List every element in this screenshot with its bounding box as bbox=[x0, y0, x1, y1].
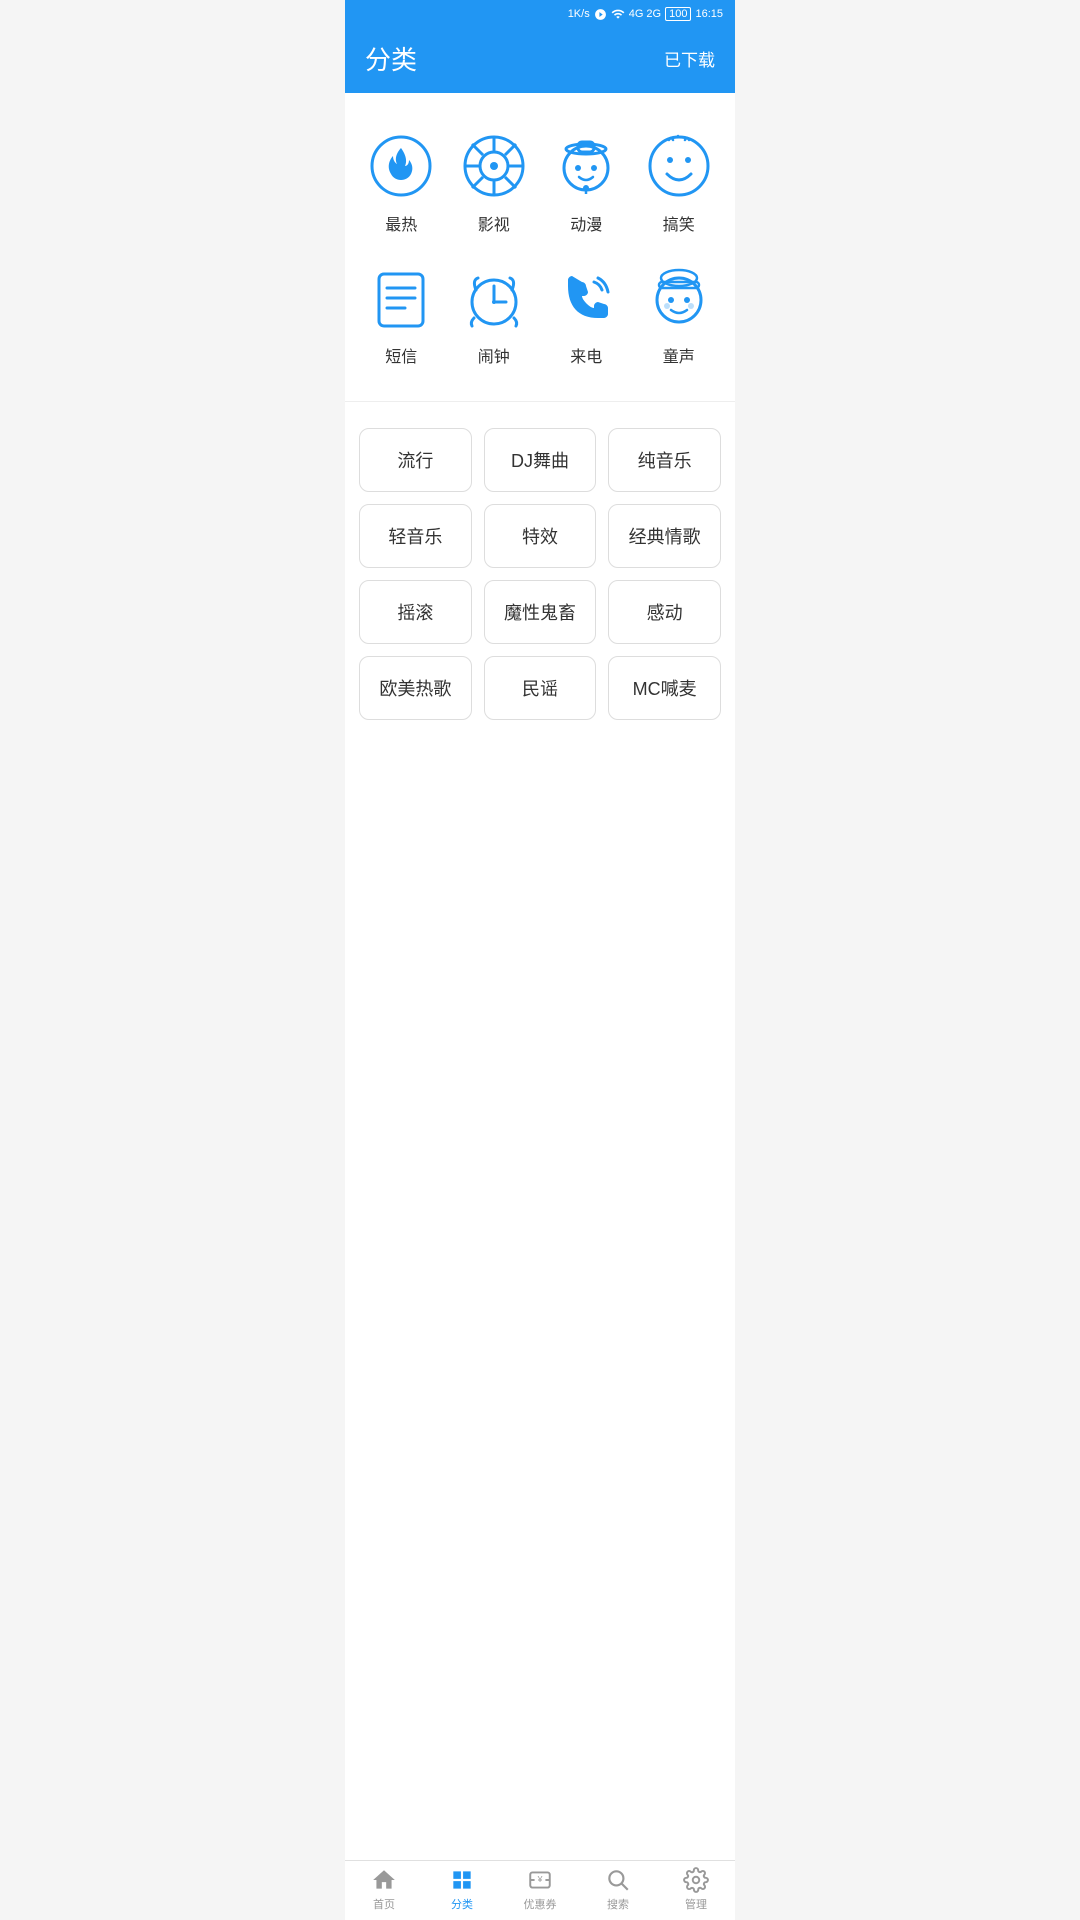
category-sms[interactable]: 短信 bbox=[355, 249, 448, 381]
sms-label: 短信 bbox=[385, 343, 417, 367]
icon-grid: 最热 影视 bbox=[345, 93, 735, 391]
call-label: 来电 bbox=[570, 343, 602, 367]
sms-icon bbox=[366, 263, 436, 333]
network-speed: 1K/s bbox=[568, 8, 590, 20]
manage-icon bbox=[683, 1867, 709, 1893]
nav-manage-label: 管理 bbox=[685, 1896, 707, 1912]
call-icon bbox=[551, 263, 621, 333]
anime-label: 动漫 bbox=[570, 211, 602, 235]
movie-label: 影视 bbox=[478, 211, 510, 235]
header: 分类 已下载 bbox=[345, 28, 735, 93]
svg-text:¥: ¥ bbox=[537, 1874, 543, 1884]
btn-effects[interactable]: 特效 bbox=[484, 504, 597, 568]
category-child[interactable]: 童声 bbox=[633, 249, 726, 381]
btn-classic-love[interactable]: 经典情歌 bbox=[608, 504, 721, 568]
category-anime[interactable]: 动漫 bbox=[540, 117, 633, 249]
status-bar: 1K/s 4G 2G 100 16:15 bbox=[345, 0, 735, 28]
btn-touching[interactable]: 感动 bbox=[608, 580, 721, 644]
btn-light-music[interactable]: 轻音乐 bbox=[359, 504, 472, 568]
nav-search-label: 搜索 bbox=[607, 1896, 629, 1912]
nav-category[interactable]: 分类 bbox=[423, 1867, 501, 1912]
time: 16:15 bbox=[695, 8, 723, 20]
category-alarm[interactable]: 闹钟 bbox=[448, 249, 541, 381]
anime-icon bbox=[551, 131, 621, 201]
divider bbox=[345, 401, 735, 402]
btn-mc[interactable]: MC喊麦 bbox=[608, 656, 721, 720]
alarm-status-icon bbox=[594, 8, 607, 21]
alarm-label: 闹钟 bbox=[478, 343, 510, 367]
category-movie[interactable]: 影视 bbox=[448, 117, 541, 249]
btn-popular[interactable]: 流行 bbox=[359, 428, 472, 492]
hot-icon bbox=[366, 131, 436, 201]
hot-label: 最热 bbox=[385, 211, 417, 235]
category-call[interactable]: 来电 bbox=[540, 249, 633, 381]
nav-category-label: 分类 bbox=[451, 1896, 473, 1912]
search-icon bbox=[605, 1867, 631, 1893]
btn-magic[interactable]: 魔性鬼畜 bbox=[484, 580, 597, 644]
btn-western[interactable]: 欧美热歌 bbox=[359, 656, 472, 720]
nav-manage[interactable]: 管理 bbox=[657, 1867, 735, 1912]
home-icon bbox=[371, 1867, 397, 1893]
child-label: 童声 bbox=[663, 343, 695, 367]
coupon-icon: ¥ bbox=[527, 1867, 553, 1893]
category-button-grid: 流行 DJ舞曲 纯音乐 轻音乐 特效 经典情歌 摇滚 魔性鬼畜 感动 欧美热歌 … bbox=[345, 412, 735, 736]
child-icon bbox=[644, 263, 714, 333]
main-content: 最热 影视 bbox=[345, 93, 735, 1860]
category-funny[interactable]: 搞笑 bbox=[633, 117, 726, 249]
nav-home[interactable]: 首页 bbox=[345, 1867, 423, 1912]
nav-coupon-label: 优惠券 bbox=[524, 1896, 557, 1912]
nav-search[interactable]: 搜索 bbox=[579, 1867, 657, 1912]
funny-icon bbox=[644, 131, 714, 201]
btn-folk[interactable]: 民谣 bbox=[484, 656, 597, 720]
nav-home-label: 首页 bbox=[373, 1896, 395, 1912]
battery: 100 bbox=[665, 7, 691, 21]
nav-coupon[interactable]: ¥ 优惠券 bbox=[501, 1867, 579, 1912]
network-type: 4G 2G bbox=[629, 8, 661, 20]
btn-dj[interactable]: DJ舞曲 bbox=[484, 428, 597, 492]
funny-label: 搞笑 bbox=[663, 211, 695, 235]
bottom-nav: 首页 分类 ¥ 优惠券 搜索 管理 bbox=[345, 1860, 735, 1920]
category-icon bbox=[449, 1867, 475, 1893]
btn-pure-music[interactable]: 纯音乐 bbox=[608, 428, 721, 492]
page-title: 分类 bbox=[365, 40, 417, 77]
category-hot[interactable]: 最热 bbox=[355, 117, 448, 249]
btn-rock[interactable]: 摇滚 bbox=[359, 580, 472, 644]
movie-icon bbox=[459, 131, 529, 201]
wifi-icon bbox=[611, 7, 625, 21]
downloaded-button[interactable]: 已下载 bbox=[664, 46, 715, 71]
alarm-icon-cat bbox=[459, 263, 529, 333]
